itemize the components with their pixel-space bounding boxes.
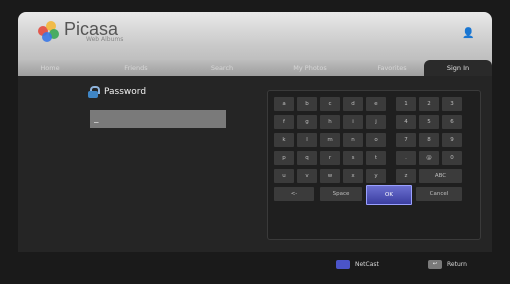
return-button[interactable]: ↩ Return: [428, 260, 467, 269]
lock-icon: [88, 86, 100, 98]
blue-key-icon: [336, 260, 350, 269]
key-2[interactable]: 2: [419, 97, 439, 111]
picasa-screen: Picasa Web Albums 👤 Home Friends Search …: [0, 0, 510, 284]
key-abc[interactable]: ABC: [419, 169, 462, 183]
key-p[interactable]: p: [274, 151, 294, 165]
tab-my-photos[interactable]: My Photos: [274, 60, 346, 76]
key-1[interactable]: 1: [396, 97, 416, 111]
nav-tabs: Home Friends Search My Photos Favorites …: [18, 60, 492, 76]
key-y[interactable]: y: [366, 169, 386, 183]
key-o[interactable]: o: [366, 133, 386, 147]
key-m[interactable]: m: [320, 133, 340, 147]
key-5[interactable]: 5: [419, 115, 439, 129]
key-0[interactable]: 0: [442, 151, 462, 165]
key-w[interactable]: w: [320, 169, 340, 183]
key-k[interactable]: k: [274, 133, 294, 147]
key-space[interactable]: Space: [320, 187, 362, 201]
key-backspace[interactable]: <-: [274, 187, 314, 201]
return-key-icon: ↩: [428, 260, 442, 269]
app-subtitle: Web Albums: [86, 36, 124, 43]
tab-favorites[interactable]: Favorites: [356, 60, 428, 76]
key-r[interactable]: r: [320, 151, 340, 165]
picasa-logo-icon: [38, 20, 60, 43]
key-b[interactable]: b: [297, 97, 317, 111]
key-period[interactable]: .: [396, 151, 416, 165]
key-n[interactable]: n: [343, 133, 363, 147]
key-q[interactable]: q: [297, 151, 317, 165]
tab-friends[interactable]: Friends: [106, 60, 166, 76]
key-at[interactable]: @: [419, 151, 439, 165]
key-z[interactable]: z: [396, 169, 416, 183]
key-8[interactable]: 8: [419, 133, 439, 147]
key-i[interactable]: i: [343, 115, 363, 129]
key-4[interactable]: 4: [396, 115, 416, 129]
onscreen-keyboard: a b c d e 1 2 3 f g h i j 4 5 6 k l m n …: [267, 90, 481, 240]
key-x[interactable]: x: [343, 169, 363, 183]
key-j[interactable]: j: [366, 115, 386, 129]
key-ok[interactable]: OK: [366, 185, 412, 205]
key-d[interactable]: d: [343, 97, 363, 111]
tab-sign-in[interactable]: Sign In: [424, 60, 492, 76]
key-h[interactable]: h: [320, 115, 340, 129]
key-e[interactable]: e: [366, 97, 386, 111]
picasa-logo: Picasa Web Albums: [38, 20, 123, 43]
key-f[interactable]: f: [274, 115, 294, 129]
password-label-text: Password: [104, 87, 147, 97]
key-g[interactable]: g: [297, 115, 317, 129]
key-9[interactable]: 9: [442, 133, 462, 147]
tab-home[interactable]: Home: [30, 60, 70, 76]
footer-bar: NetCast ↩ Return: [0, 252, 510, 284]
key-s[interactable]: s: [343, 151, 363, 165]
user-icon: 👤: [462, 28, 475, 39]
key-v[interactable]: v: [297, 169, 317, 183]
key-6[interactable]: 6: [442, 115, 462, 129]
key-l[interactable]: l: [297, 133, 317, 147]
key-cancel[interactable]: Cancel: [416, 187, 462, 201]
key-t[interactable]: t: [366, 151, 386, 165]
key-7[interactable]: 7: [396, 133, 416, 147]
return-label: Return: [447, 261, 467, 268]
password-label: Password: [88, 86, 146, 98]
key-c[interactable]: c: [320, 97, 340, 111]
netcast-label: NetCast: [355, 261, 379, 268]
key-u[interactable]: u: [274, 169, 294, 183]
password-field[interactable]: [90, 110, 226, 128]
netcast-button[interactable]: NetCast: [336, 260, 379, 269]
key-a[interactable]: a: [274, 97, 294, 111]
tab-search[interactable]: Search: [192, 60, 252, 76]
key-3[interactable]: 3: [442, 97, 462, 111]
